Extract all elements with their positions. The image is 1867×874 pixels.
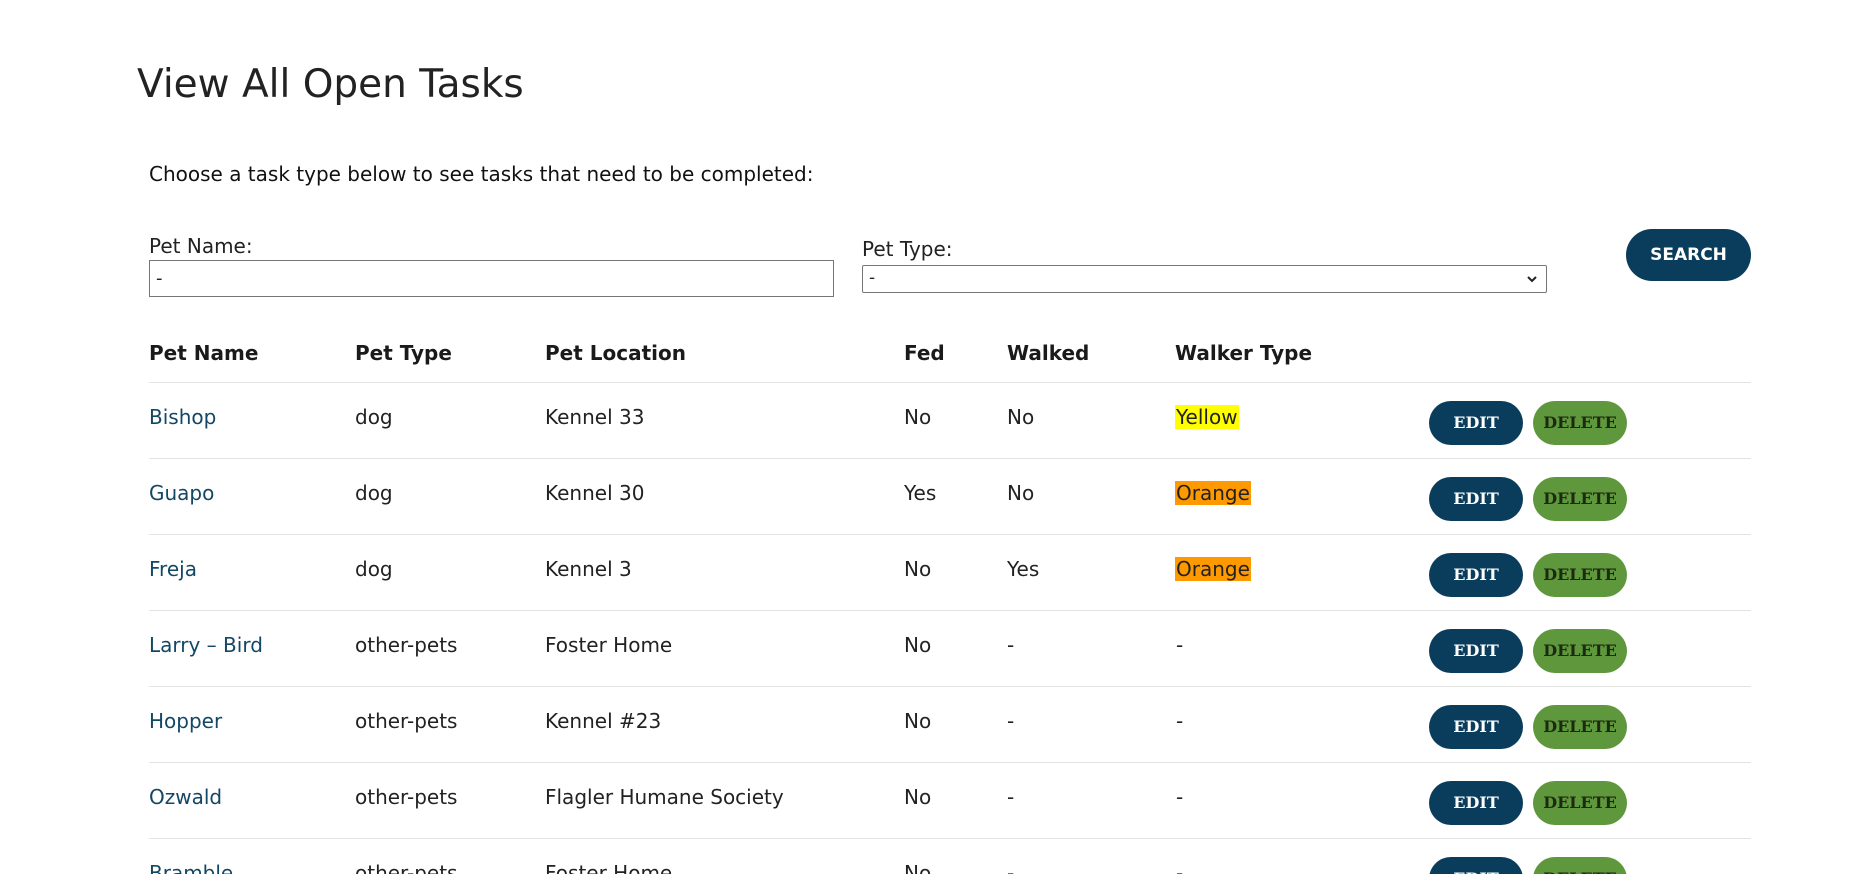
table-row: Hopper other-pets Kennel #23 No - - EDIT… (149, 686, 1751, 762)
edit-button[interactable]: EDIT (1429, 857, 1523, 874)
pet-location-cell: Kennel 30 (545, 481, 645, 505)
table-row: Bramble other-pets Foster Home No - - ED… (149, 838, 1751, 874)
pet-name-link[interactable]: Ozwald (149, 785, 222, 809)
header-pet-type: Pet Type (355, 341, 452, 365)
walked-cell: No (1007, 405, 1035, 429)
chevron-down-icon (1527, 276, 1537, 283)
fed-cell: No (904, 785, 932, 809)
fed-cell: No (904, 709, 932, 733)
delete-button[interactable]: DELETE (1533, 401, 1627, 445)
header-pet-location: Pet Location (545, 341, 686, 365)
pet-type-cell: other-pets (355, 709, 458, 733)
walker-type-cell: - (1176, 709, 1184, 733)
pet-location-cell: Foster Home (545, 633, 673, 657)
pet-name-link[interactable]: Freja (149, 557, 197, 581)
table-row: Freja dog Kennel 3 No Yes Orange EDIT DE… (149, 534, 1751, 610)
page: View All Open Tasks Choose a task type b… (0, 0, 1867, 874)
walked-cell: - (1007, 709, 1015, 733)
fed-cell: No (904, 557, 932, 581)
pet-location-cell: Kennel 3 (545, 557, 632, 581)
delete-button[interactable]: DELETE (1533, 553, 1627, 597)
delete-button[interactable]: DELETE (1533, 477, 1627, 521)
table-row: Guapo dog Kennel 30 Yes No Orange EDIT D… (149, 458, 1751, 534)
pet-location-cell: Kennel 33 (545, 405, 645, 429)
header-walker-type: Walker Type (1175, 341, 1313, 365)
fed-cell: No (904, 405, 932, 429)
pet-name-label: Pet Name: (149, 234, 253, 258)
pet-type-select[interactable]: - (862, 265, 1547, 293)
task-table: Bishop dog Kennel 33 No No Yellow EDIT D… (149, 382, 1751, 874)
walked-cell: Yes (1007, 557, 1040, 581)
search-button[interactable]: SEARCH (1626, 229, 1751, 281)
walker-type-cell: - (1176, 633, 1184, 657)
page-title: View All Open Tasks (137, 62, 524, 107)
walker-type-cell: Orange (1175, 557, 1251, 581)
edit-button[interactable]: EDIT (1429, 781, 1523, 825)
pet-type-selected-value: - (869, 268, 876, 288)
table-row: Ozwald other-pets Flagler Humane Society… (149, 762, 1751, 838)
pet-location-cell: Kennel #23 (545, 709, 662, 733)
walker-type-cell: - (1176, 861, 1184, 874)
header-fed: Fed (904, 341, 945, 365)
walked-cell: - (1007, 633, 1015, 657)
pet-type-cell: other-pets (355, 785, 458, 809)
intro-text: Choose a task type below to see tasks th… (149, 162, 814, 186)
edit-button[interactable]: EDIT (1429, 553, 1523, 597)
delete-button[interactable]: DELETE (1533, 705, 1627, 749)
pet-type-cell: dog (355, 405, 393, 429)
pet-type-cell: dog (355, 557, 393, 581)
edit-button[interactable]: EDIT (1429, 705, 1523, 749)
walked-cell: No (1007, 481, 1035, 505)
pet-name-link[interactable]: Hopper (149, 709, 222, 733)
walker-type-cell: Orange (1175, 481, 1251, 505)
delete-button[interactable]: DELETE (1533, 857, 1627, 874)
pet-type-cell: other-pets (355, 633, 458, 657)
delete-button[interactable]: DELETE (1533, 781, 1627, 825)
pet-name-link[interactable]: Larry – Bird (149, 633, 263, 657)
fed-cell: No (904, 861, 932, 874)
delete-button[interactable]: DELETE (1533, 629, 1627, 673)
pet-type-cell: other-pets (355, 861, 458, 874)
table-row: Bishop dog Kennel 33 No No Yellow EDIT D… (149, 382, 1751, 458)
walker-type-cell: - (1176, 785, 1184, 809)
pet-type-label: Pet Type: (862, 237, 953, 261)
fed-cell: Yes (904, 481, 937, 505)
walker-type-cell: Yellow (1175, 405, 1239, 429)
header-pet-name: Pet Name (149, 341, 259, 365)
walked-cell: - (1007, 861, 1015, 874)
pet-name-link[interactable]: Guapo (149, 481, 214, 505)
pet-name-link[interactable]: Bramble (149, 861, 233, 874)
edit-button[interactable]: EDIT (1429, 477, 1523, 521)
table-row: Larry – Bird other-pets Foster Home No -… (149, 610, 1751, 686)
pet-name-input[interactable] (149, 260, 834, 297)
fed-cell: No (904, 633, 932, 657)
walked-cell: - (1007, 785, 1015, 809)
edit-button[interactable]: EDIT (1429, 401, 1523, 445)
edit-button[interactable]: EDIT (1429, 629, 1523, 673)
pet-location-cell: Flagler Humane Society (545, 785, 784, 809)
header-walked: Walked (1007, 341, 1090, 365)
pet-location-cell: Foster Home (545, 861, 673, 874)
pet-type-cell: dog (355, 481, 393, 505)
pet-name-link[interactable]: Bishop (149, 405, 216, 429)
